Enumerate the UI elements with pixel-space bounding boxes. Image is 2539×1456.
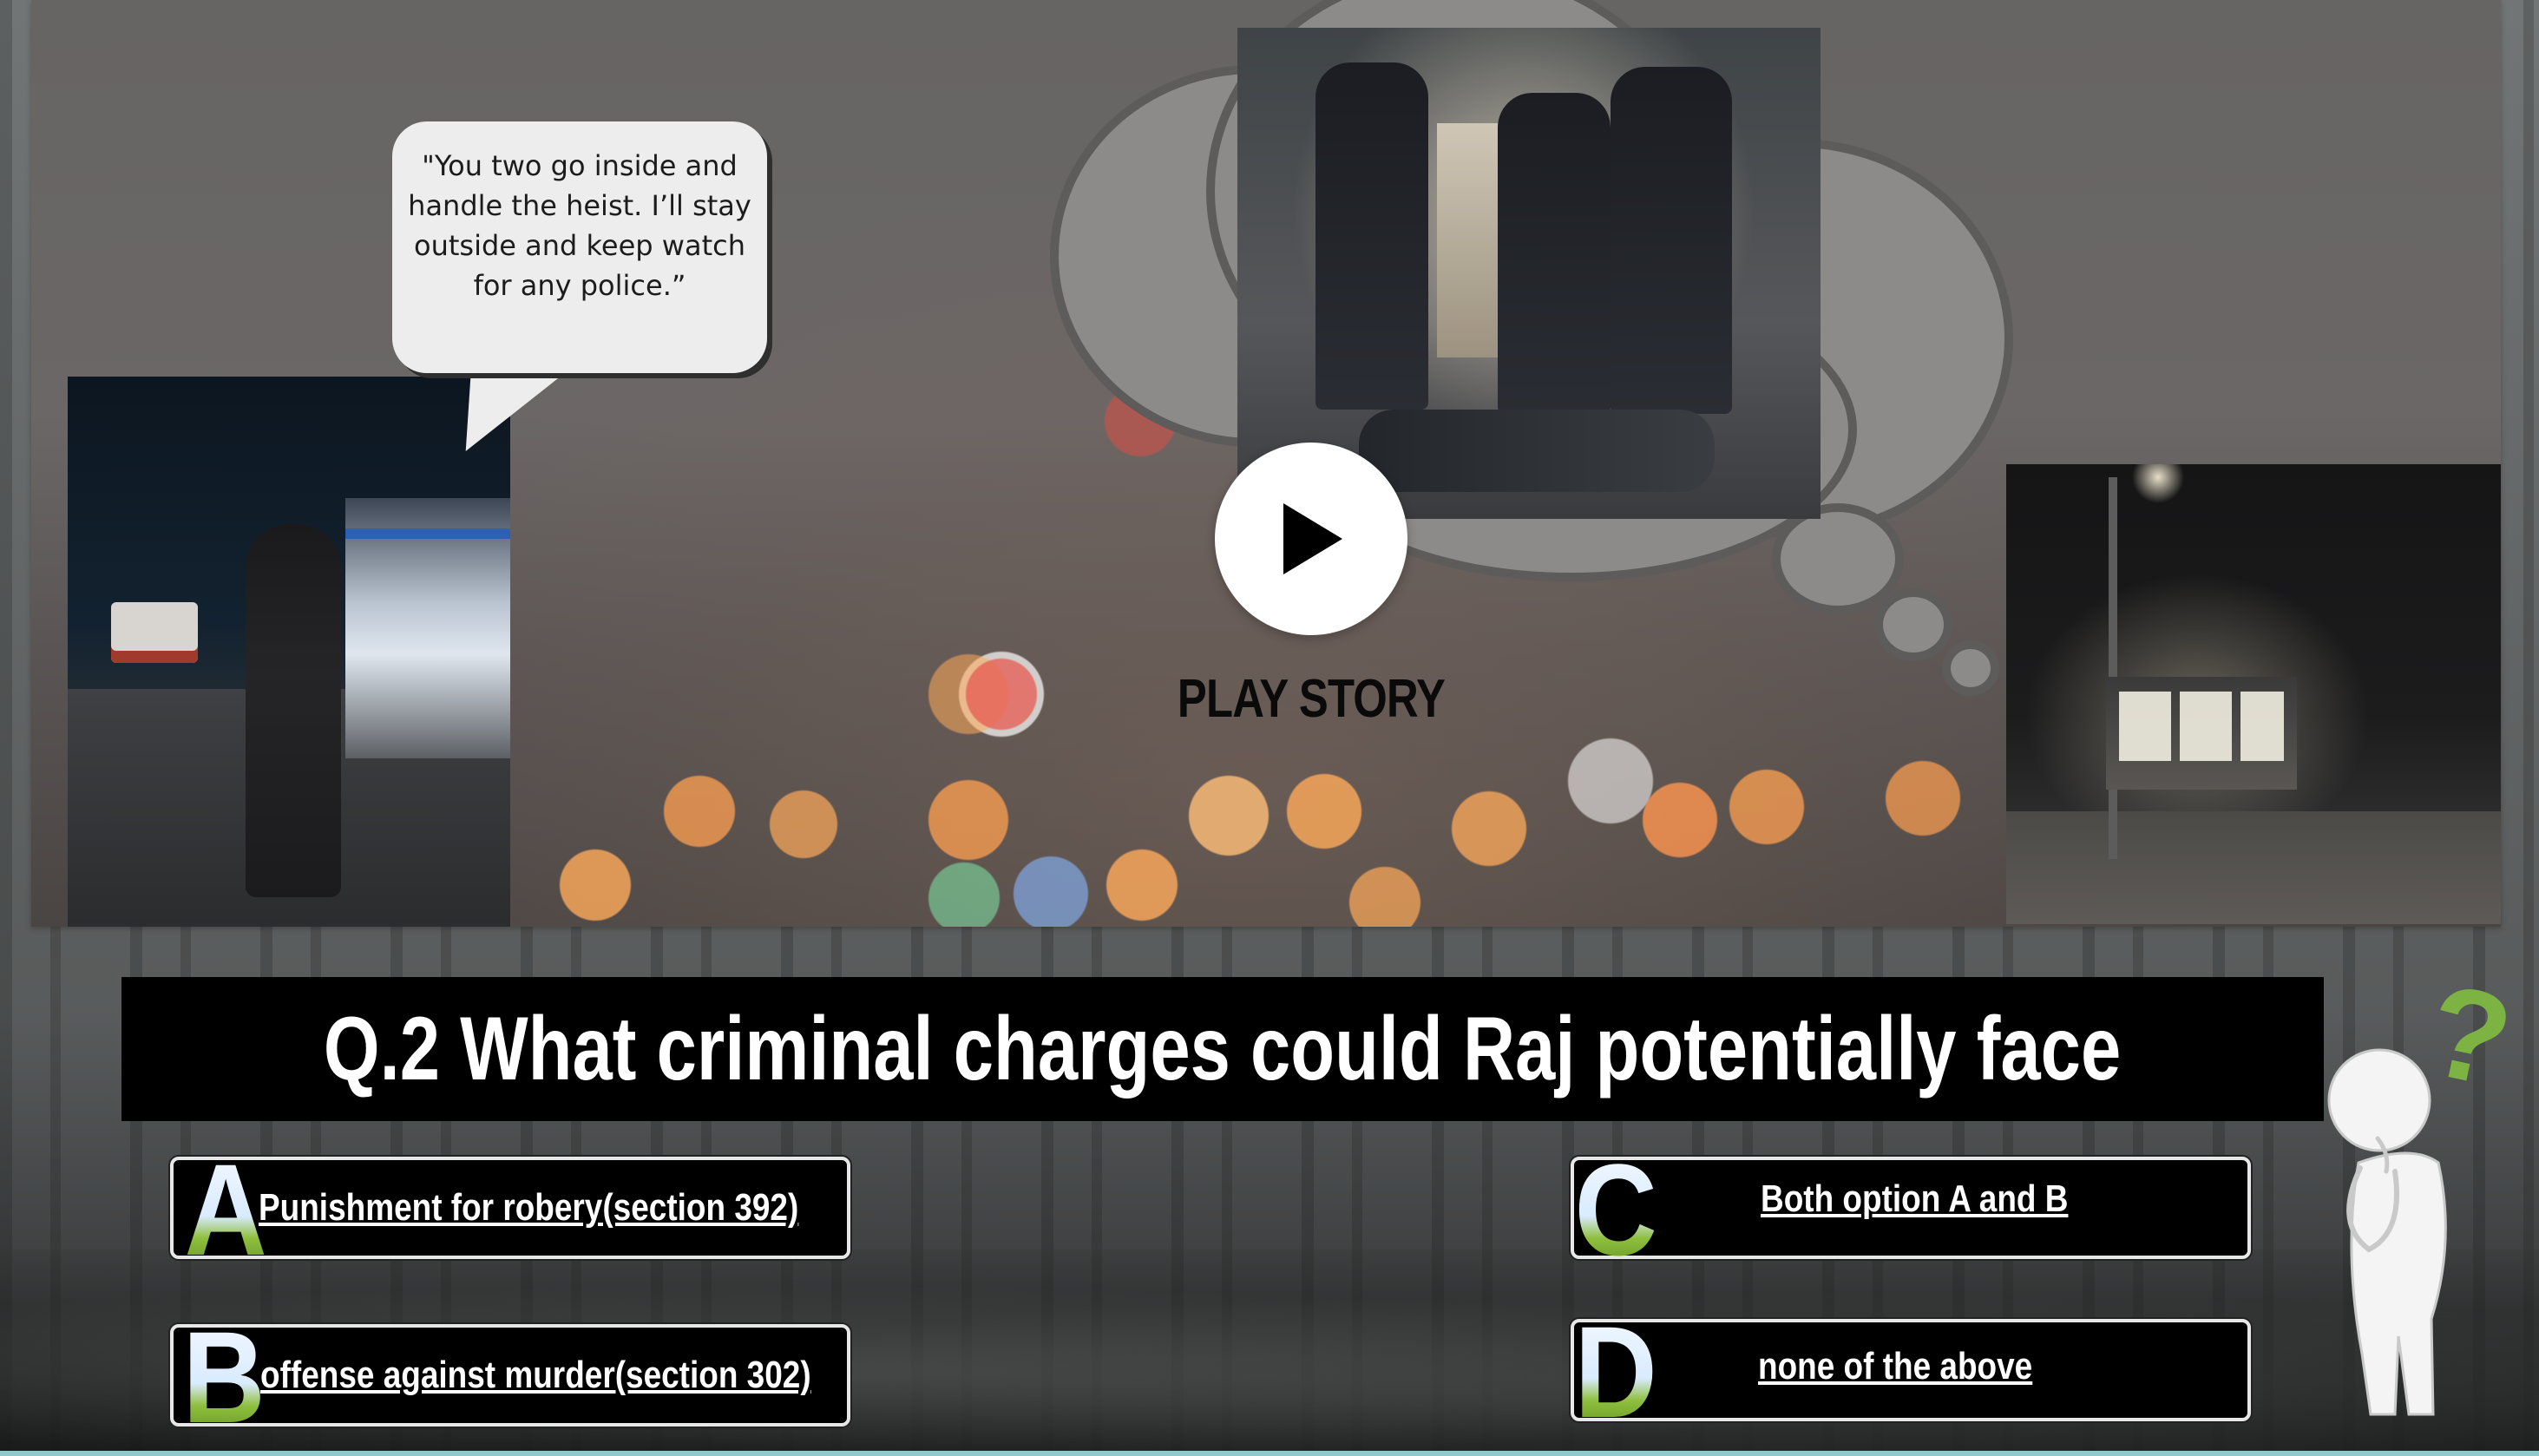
play-story-label[interactable]: PLAY STORY	[1161, 668, 1461, 730]
option-b-text[interactable]: offense against murder(section 302)	[260, 1328, 811, 1423]
speech-bubble: "You two go inside and handle the heist.…	[392, 121, 767, 373]
play-icon	[1283, 503, 1342, 574]
option-b-button[interactable]: B offense against murder(section 302)	[170, 1312, 850, 1442]
thought-bubble-dot	[1874, 588, 1952, 661]
option-d-text[interactable]: none of the above	[1758, 1319, 2032, 1414]
play-story-button[interactable]	[1215, 443, 1407, 635]
victim-on-floor	[1359, 410, 1715, 492]
thought-bubble-dot	[1772, 503, 1904, 614]
option-b-letter: B	[182, 1304, 266, 1450]
question-text: Q.2 What criminal charges could Raj pote…	[324, 998, 2122, 1099]
lit-window	[2119, 692, 2171, 761]
option-d-button[interactable]: D none of the above	[1571, 1307, 2251, 1437]
option-a-letter: A	[184, 1137, 267, 1282]
robber-figure	[1611, 67, 1732, 414]
option-c-text[interactable]: Both option A and B	[1761, 1151, 2068, 1247]
bottom-rule	[0, 1451, 2539, 1456]
sidewalk	[2006, 811, 2501, 924]
lit-window	[2180, 692, 2232, 761]
lit-window	[2240, 692, 2284, 761]
speech-bubble-text: "You two go inside and handle the heist.…	[408, 149, 751, 302]
lookout-photo	[68, 377, 510, 927]
option-a-text[interactable]: Punishment for robery(section 392)	[259, 1160, 798, 1256]
robber-figure	[1315, 62, 1428, 410]
option-d-letter: D	[1574, 1299, 1657, 1445]
option-c-button[interactable]: C Both option A and B	[1571, 1144, 2251, 1275]
robber-figure	[1498, 93, 1611, 414]
question-banner: Q.2 What criminal charges could Raj pote…	[121, 977, 2324, 1121]
hooded-lookout-figure	[246, 524, 341, 897]
option-c-letter: C	[1574, 1137, 1657, 1282]
van	[111, 602, 198, 663]
thought-bubble-dot	[1942, 640, 1999, 696]
store-awning	[345, 528, 510, 539]
option-a-button[interactable]: A Punishment for robery(section 392)	[170, 1144, 850, 1275]
street-lamp	[2109, 477, 2117, 859]
post-office-photo	[2006, 464, 2501, 924]
